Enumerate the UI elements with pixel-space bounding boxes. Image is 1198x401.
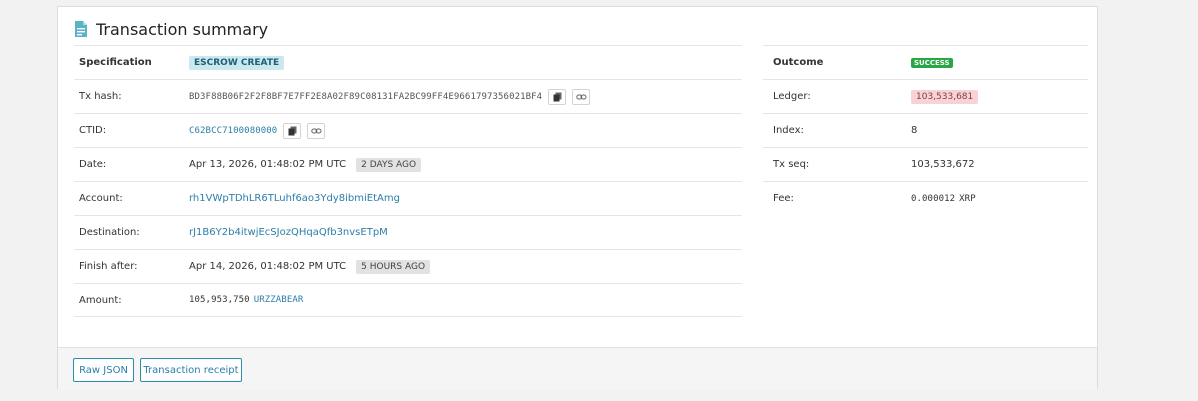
index-value: 8 [911,125,918,136]
date-relative-badge: 2 DAYS AGO [356,157,422,172]
finish-after-value: Apr 14, 2026, 01:48:02 PM UTC [189,261,347,272]
amount-currency-link[interactable]: URZZABEAR [254,295,304,305]
specification-badge: ESCROW CREATE [189,55,285,70]
destination-label: Destination: [79,227,140,238]
row-outcome: Outcome SUCCESS [763,45,1088,79]
card-footer: Raw JSON Transaction receipt [58,347,1097,390]
card-header: Transaction summary [74,18,268,40]
row-specification: Specification ESCROW CREATE [74,45,742,79]
row-account: Account: rh1VWpTDhLR6TLuhf6ao3Ydy8ibmiEt… [74,181,742,215]
amount-value: 105,953,750 [189,295,250,305]
row-amount: Amount: 105,953,750 URZZABEAR [74,283,742,317]
finish-after-relative-badge: 5 HOURS AGO [356,259,431,274]
fee-value: 0.000012 [911,193,956,204]
ctid-label: CTID: [79,125,107,136]
link-icon [311,128,322,133]
link-tx-hash-button[interactable] [572,88,591,105]
destination-link[interactable]: rJ1B6Y2b4itwjEcSJozQHqaQfb3nvsETpM [189,227,388,238]
row-tx-seq: Tx seq: 103,533,672 [763,147,1088,181]
page-title: Transaction summary [96,19,269,39]
document-icon [74,20,88,38]
transaction-receipt-button[interactable]: Transaction receipt [140,358,242,382]
transaction-summary-card: Transaction summary Specification ESCROW… [57,6,1098,390]
copy-ctid-button[interactable] [283,122,302,139]
amount-label: Amount: [79,294,122,306]
date-label: Date: [79,159,107,170]
row-ctid: CTID: C62BCC7100080000 [74,113,742,147]
date-value: Apr 13, 2026, 01:48:02 PM UTC [189,159,347,170]
tx-seq-value: 103,533,672 [911,159,975,170]
row-finish-after: Finish after: Apr 14, 2026, 01:48:02 PM … [74,249,742,283]
index-label: Index: [773,125,804,136]
link-ctid-button[interactable] [307,122,326,139]
link-icon [575,94,587,99]
copy-icon [288,126,297,135]
ledger-label: Ledger: [773,91,811,102]
details-table: Specification ESCROW CREATE Tx hash: BD3… [74,45,742,317]
outcome-label: Outcome [773,57,824,68]
row-date: Date: Apr 13, 2026, 01:48:02 PM UTC 2 DA… [74,147,742,181]
account-link[interactable]: rh1VWpTDhLR6TLuhf6ao3Ydy8ibmiEtAmg [189,193,400,204]
copy-icon [553,92,562,101]
fee-label: Fee: [773,193,794,204]
tx-seq-label: Tx seq: [773,159,810,170]
outcome-status-badge: SUCCESS [911,57,953,68]
row-destination: Destination: rJ1B6Y2b4itwjEcSJozQHqaQfb3… [74,215,742,249]
row-tx-hash: Tx hash: BD3F88B06F2F2F8BF7E7FF2E8A02F89… [74,79,742,113]
fee-currency: XRP [959,193,976,204]
row-ledger: Ledger: 103,533,681 [763,79,1088,113]
row-fee: Fee: 0.000012 XRP [763,181,1088,215]
tx-hash-value: BD3F88B06F2F2F8BF7E7FF2E8A02F89C08131FA2… [189,91,543,102]
tx-hash-label: Tx hash: [79,91,122,102]
account-label: Account: [79,193,123,204]
specification-label: Specification [79,57,152,68]
raw-json-button[interactable]: Raw JSON [73,358,134,382]
ledger-link[interactable]: 103,533,681 [911,89,979,104]
outcome-table: Outcome SUCCESS Ledger: 103,533,681 Inde… [763,45,1088,215]
finish-after-label: Finish after: [79,261,138,272]
copy-tx-hash-button[interactable] [548,88,567,105]
ctid-link[interactable]: C62BCC7100080000 [189,126,277,136]
row-index: Index: 8 [763,113,1088,147]
